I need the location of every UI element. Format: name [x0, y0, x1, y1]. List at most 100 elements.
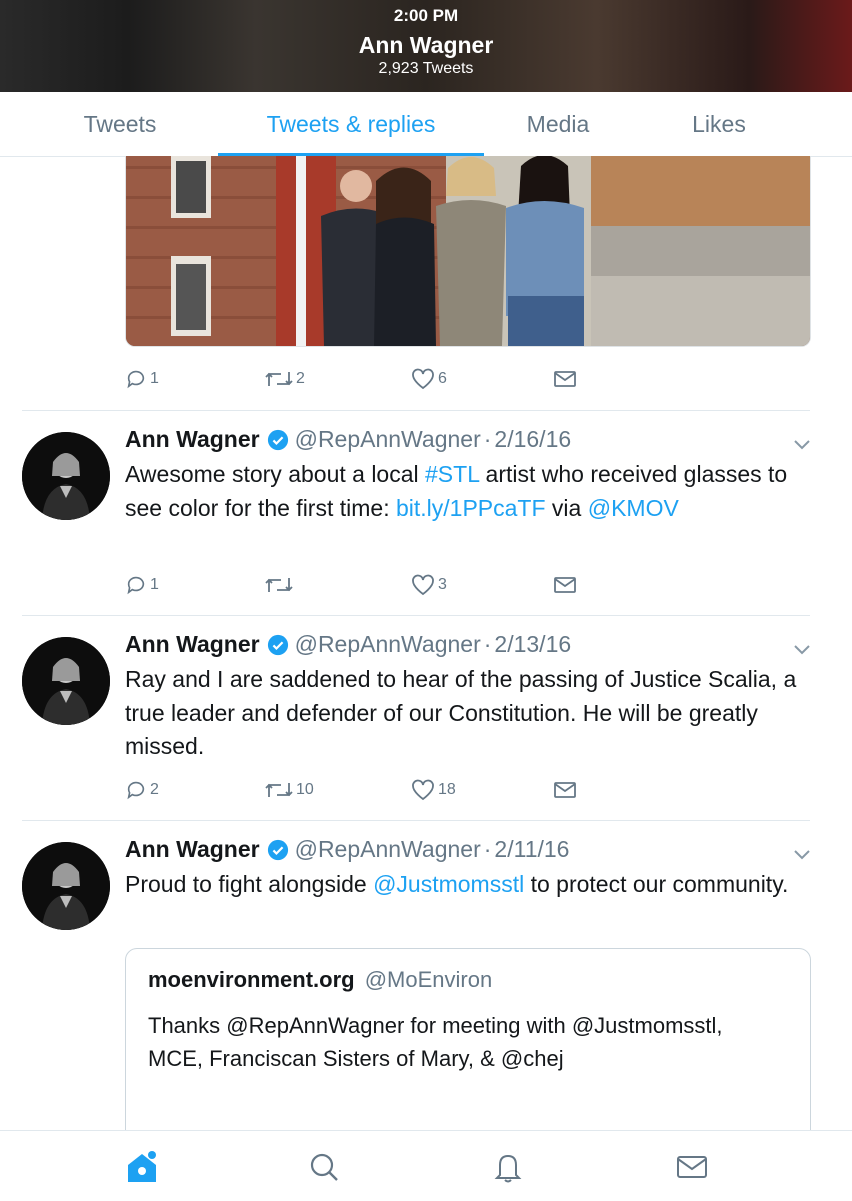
- chevron-down-icon[interactable]: [793, 848, 811, 860]
- heart-icon: [412, 368, 434, 390]
- reply-button[interactable]: 2: [125, 775, 159, 805]
- avatar[interactable]: [22, 637, 110, 725]
- divider: [22, 615, 810, 616]
- author-name[interactable]: Ann Wagner: [125, 631, 260, 658]
- chevron-down-icon[interactable]: [793, 643, 811, 655]
- separator-dot: ·: [483, 836, 492, 862]
- reply-icon: [127, 781, 145, 800]
- quoted-tweet-header: moenvironment.org @MoEnviron: [148, 967, 492, 993]
- tweet-date[interactable]: 2/13/16: [494, 631, 571, 658]
- chevron-down-icon[interactable]: [793, 438, 811, 450]
- nav-notifications[interactable]: [488, 1147, 528, 1187]
- author-handle[interactable]: @RepAnnWagner: [295, 426, 481, 453]
- like-button[interactable]: 6: [411, 364, 447, 394]
- avatar-portrait-icon: [22, 637, 110, 725]
- tweet-photo[interactable]: [125, 156, 811, 347]
- reply-count: 2: [150, 781, 159, 798]
- tab-likes[interactable]: Likes: [670, 92, 768, 156]
- reply-count: 1: [150, 370, 159, 387]
- nav-messages[interactable]: [672, 1147, 712, 1187]
- envelope-icon: [554, 371, 576, 387]
- tweet-text: Proud to fight alongside @Justmomsstl to…: [125, 868, 805, 902]
- verified-badge-icon: [267, 839, 288, 860]
- heart-icon: [412, 779, 434, 801]
- separator-dot: ·: [483, 631, 492, 657]
- like-count: 6: [438, 370, 447, 387]
- tweet-text-segment: Awesome story about a local: [125, 461, 426, 487]
- author-name[interactable]: Ann Wagner: [125, 426, 260, 453]
- avatar-portrait-icon: [22, 432, 110, 520]
- avatar[interactable]: [22, 842, 110, 930]
- direct-message-button[interactable]: [553, 775, 577, 805]
- profile-header: 2:00 PM Ann Wagner 2,923 Tweets: [0, 0, 852, 92]
- avatar[interactable]: [22, 432, 110, 520]
- tweet-date[interactable]: 2/11/16: [494, 836, 569, 863]
- verified-badge-icon: [267, 429, 288, 450]
- profile-tabs: Tweets Tweets & replies Media Likes: [0, 92, 852, 157]
- envelope-icon: [554, 577, 576, 593]
- avatar-portrait-icon: [22, 842, 110, 930]
- quoted-tweet-text: Thanks @RepAnnWagner for meeting with @J…: [148, 1013, 723, 1071]
- retweet-icon: [265, 578, 293, 592]
- tweet-actions: 1 3: [125, 570, 605, 600]
- separator-dot: ·: [483, 426, 492, 452]
- tweet-count: 2,923 Tweets: [378, 60, 474, 77]
- quoted-tweet[interactable]: moenvironment.org @MoEnviron Thanks @Rep…: [125, 948, 811, 1150]
- tweet-text-segment: via: [545, 494, 588, 521]
- reply-icon: [127, 370, 145, 389]
- messages-envelope-icon: [677, 1156, 707, 1178]
- author-handle[interactable]: @RepAnnWagner: [295, 631, 481, 658]
- hashtag-link[interactable]: #STL: [425, 461, 479, 487]
- tab-tweets-and-replies[interactable]: Tweets & replies: [218, 92, 484, 156]
- notifications-bell-icon: [494, 1154, 522, 1183]
- search-icon: [310, 1153, 338, 1181]
- retweet-count: 10: [296, 781, 314, 798]
- status-time: 2:00 PM: [393, 6, 459, 25]
- tweet-text-segment: Proud to fight alongside: [125, 871, 374, 897]
- url-link[interactable]: bit.ly/1PPcaTF: [396, 495, 546, 521]
- mention-link[interactable]: @Justmomsstl: [373, 871, 524, 897]
- author-handle[interactable]: @RepAnnWagner: [295, 836, 481, 863]
- tweet-text: Awesome story about a local #STL artist …: [125, 458, 805, 525]
- author-name[interactable]: Ann Wagner: [125, 836, 260, 863]
- divider: [22, 410, 810, 411]
- quoted-author-name: moenvironment.org: [148, 967, 355, 992]
- reply-button[interactable]: 1: [125, 570, 159, 600]
- retweet-button[interactable]: 2: [265, 364, 305, 394]
- tweet-header: Ann Wagner @RepAnnWagner · 2/11/16: [125, 836, 569, 863]
- quoted-author-handle: @MoEnviron: [364, 967, 493, 992]
- envelope-icon: [554, 782, 576, 798]
- tweet-header: Ann Wagner @RepAnnWagner · 2/13/16: [125, 631, 571, 658]
- tweet-actions: 2 10 18: [125, 775, 605, 805]
- tab-tweets[interactable]: Tweets: [40, 92, 200, 156]
- profile-name: Ann Wagner: [358, 32, 494, 58]
- like-button[interactable]: 18: [411, 775, 456, 805]
- retweet-button[interactable]: 10: [265, 775, 314, 805]
- like-count: 3: [438, 576, 447, 593]
- direct-message-button[interactable]: [553, 570, 577, 600]
- tweet-date[interactable]: 2/16/16: [494, 426, 571, 453]
- reply-icon: [127, 576, 145, 595]
- like-count: 18: [438, 781, 456, 798]
- tweet-actions: 1 2 6: [125, 364, 605, 394]
- reply-count: 1: [150, 576, 159, 593]
- like-button[interactable]: 3: [411, 570, 447, 600]
- heart-icon: [412, 574, 434, 596]
- tweet-text: Ray and I are saddened to hear of the pa…: [125, 666, 797, 759]
- retweet-button[interactable]: [265, 570, 296, 600]
- photo-four-people-outside-building: [126, 156, 810, 346]
- mention-link[interactable]: @KMOV: [588, 495, 679, 521]
- retweet-count: 2: [296, 370, 305, 387]
- tweet-header: Ann Wagner @RepAnnWagner · 2/16/16: [125, 426, 571, 453]
- verified-badge-icon: [267, 634, 288, 655]
- retweet-icon: [265, 372, 293, 386]
- divider: [22, 820, 810, 821]
- tweet-text-segment: to protect our community.: [524, 871, 789, 897]
- home-icon: [128, 1151, 156, 1182]
- direct-message-button[interactable]: [553, 364, 577, 394]
- nav-search[interactable]: [304, 1147, 344, 1187]
- bottom-navigation: [0, 1130, 852, 1201]
- tab-media[interactable]: Media: [500, 92, 616, 156]
- nav-home[interactable]: [122, 1147, 162, 1187]
- reply-button[interactable]: 1: [125, 364, 159, 394]
